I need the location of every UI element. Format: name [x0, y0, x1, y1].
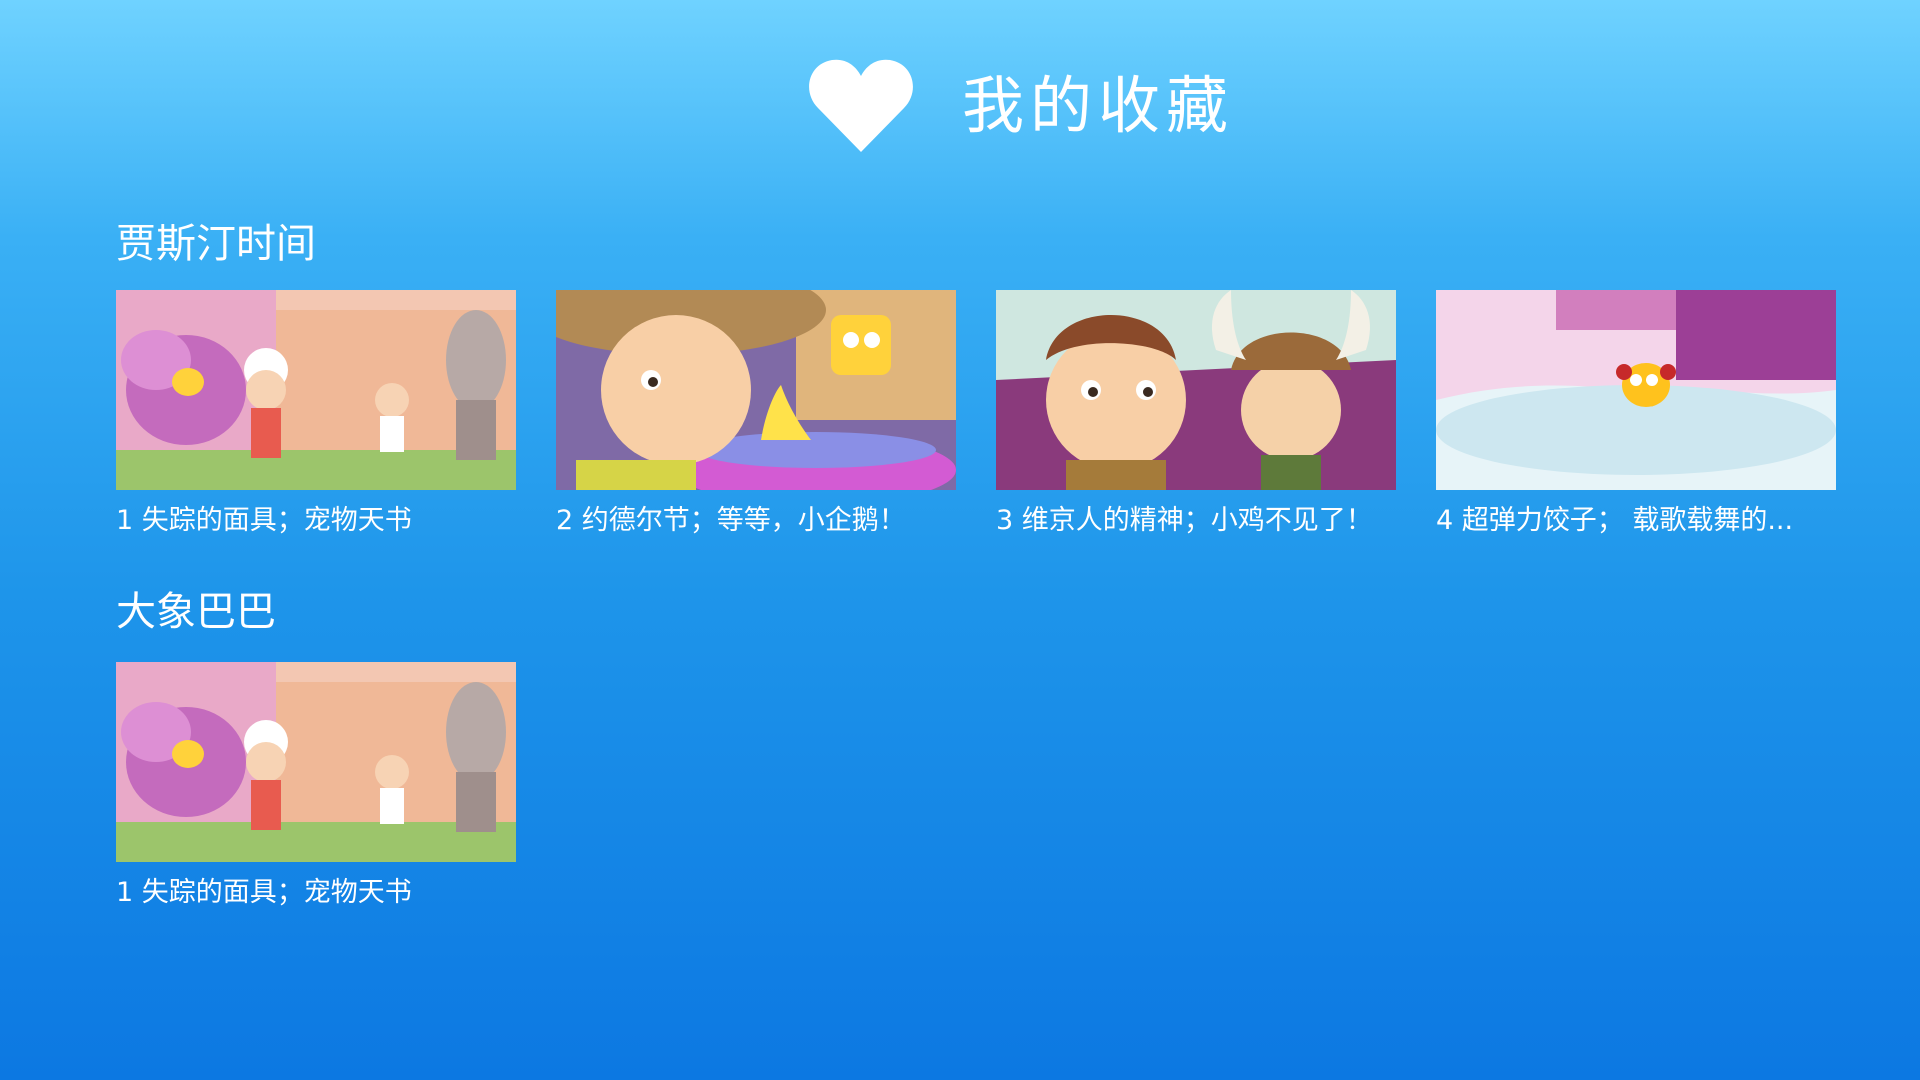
- episode-thumbnail[interactable]: [116, 290, 516, 490]
- episode-title: 2 约德尔节；等等，小企鹅！: [556, 505, 906, 536]
- section-title: 大象巴巴: [116, 589, 276, 635]
- header: 我的收藏: [0, 52, 1920, 162]
- heart-icon: [809, 59, 913, 152]
- favorite-card[interactable]: 4 超弹力饺子； 载歌载舞的...: [1436, 290, 1836, 538]
- section-title: 贾斯汀时间: [116, 221, 316, 267]
- page-title: 我的收藏: [962, 69, 1235, 142]
- favorite-card[interactable]: 3 维京人的精神；小鸡不见了！: [996, 290, 1396, 538]
- episode-title: 1 失踪的面具；宠物天书: [116, 505, 412, 536]
- episode-title: 3 维京人的精神；小鸡不见了！: [996, 505, 1373, 536]
- section-justin-time: 贾斯汀时间: [116, 220, 316, 268]
- favorite-card[interactable]: 2 约德尔节；等等，小企鹅！: [556, 290, 956, 538]
- episode-thumbnail[interactable]: [1436, 290, 1836, 490]
- episode-thumbnail[interactable]: [996, 290, 1396, 490]
- episode-thumbnail[interactable]: [556, 290, 956, 490]
- episode-title: 4 超弹力饺子； 载歌载舞的...: [1436, 505, 1794, 536]
- episode-thumbnail[interactable]: [116, 662, 516, 862]
- favorite-card[interactable]: 1 失踪的面具；宠物天书: [116, 290, 516, 538]
- section-babar: 大象巴巴: [116, 588, 276, 636]
- episode-title: 1 失踪的面具；宠物天书: [116, 877, 412, 908]
- favorite-card[interactable]: 1 失踪的面具；宠物天书: [116, 662, 516, 910]
